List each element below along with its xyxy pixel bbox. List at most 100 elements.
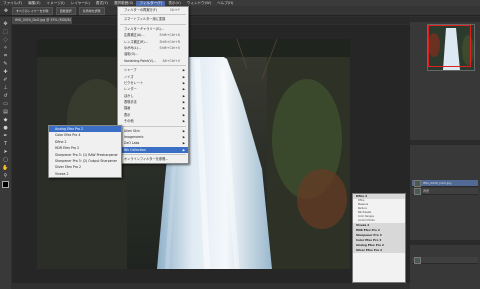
menu-item[interactable]: 書式(Y) <box>93 1 111 6</box>
menu-item-label: DxO Labs <box>124 141 140 146</box>
layer-row[interactable]: 背景 <box>412 187 478 195</box>
menu-item[interactable]: レイヤー(L) <box>68 1 93 6</box>
menu-item-label: Viveza 2 <box>55 171 69 176</box>
move-icon[interactable]: ✥ <box>2 20 9 27</box>
menu-item[interactable]: Vanishing Point(V)... Alt+Ctrl+V <box>118 58 188 64</box>
menu-item-label: Analog Efex Pro 2 <box>55 127 84 131</box>
menu-separator <box>120 14 186 16</box>
menu-item-label: 描画 <box>124 106 131 111</box>
menu-item[interactable]: 選択範囲(S) <box>111 1 136 6</box>
magic-wand-icon[interactable]: ✧ <box>2 44 9 51</box>
menu-item-label: Sharpener Pro 3: (1) RAW Presharpener <box>55 152 118 157</box>
menu-item-label: Nik Collection <box>124 147 146 152</box>
menu-separator <box>120 23 186 25</box>
menu-item-label: Alien Skin <box>124 128 140 133</box>
layer-name: IMG_0050_DxO.jpg <box>423 181 452 185</box>
status-bar <box>12 283 410 289</box>
layer-name: 背景 <box>423 189 430 193</box>
menu-item-label: Imagenomic <box>124 135 144 140</box>
menu-item[interactable]: オンラインフィルターを参照... <box>118 156 188 162</box>
crop-icon[interactable]: ⌗ <box>2 52 9 59</box>
menu-item[interactable]: Nik Collection ▶ <box>118 146 188 154</box>
lasso-icon[interactable]: ◌ <box>2 36 9 43</box>
menu-item-label: ゆがみ(L)... <box>124 45 141 50</box>
menu-item[interactable]: Viveza 2 <box>49 171 121 177</box>
layer-thumbnail <box>414 179 421 187</box>
menu-item-label: ぼかし <box>124 93 134 98</box>
menu-item-label: ピクセレート <box>124 80 144 85</box>
menu-item-label: フィルターギャラリー(G)... <box>124 26 164 31</box>
menu-item-label: その他 <box>124 119 134 124</box>
history-brush-icon[interactable]: ↺ <box>2 92 9 99</box>
menu-item[interactable]: 表示(V) <box>165 1 183 6</box>
marquee-icon[interactable]: ⬚ <box>2 28 9 35</box>
menu-item-label: 広角補正(A)... <box>124 33 145 38</box>
menu-item[interactable]: 編集(E) <box>25 1 43 6</box>
nik-collection-submenu: Analog Efex Pro 2 Color Efex Pro 4 Dfine 2… <box>48 125 122 179</box>
blur-icon[interactable]: ◆ <box>2 116 9 123</box>
menu-item[interactable]: ヘルプ(H) <box>214 1 236 6</box>
menu-item-label: 表現手法 <box>124 100 137 105</box>
foreground-color-swatch[interactable] <box>2 181 9 188</box>
channel-row[interactable] <box>412 256 478 264</box>
shape-icon[interactable]: ▢ <box>2 156 9 163</box>
nik-section-header[interactable]: Silver Efex Pro 2 <box>353 248 405 253</box>
menu-item[interactable]: フィルター(T) <box>136 0 166 6</box>
menu-item-label: スマートフィルター用に変換 <box>124 17 166 22</box>
menu-item-label: レンダー <box>124 87 137 92</box>
eraser-icon[interactable]: ▭ <box>2 100 9 107</box>
dodge-icon[interactable]: ● <box>2 124 9 131</box>
menu-separator <box>120 65 186 67</box>
menu-item[interactable]: スマートフィルター用に変換 <box>118 16 188 22</box>
submenu-arrow-icon: ▶ <box>182 119 185 124</box>
layer-thumbnail <box>414 187 421 195</box>
menu-item[interactable]: ファイル(F) <box>0 1 25 6</box>
menu-shortcut: Ctrl+F <box>169 8 180 12</box>
zoom-icon[interactable]: ⚲ <box>2 172 9 179</box>
options-bar: ✥ すべてのレイヤーを対象 自動選択 境界線を調整 <box>0 6 480 16</box>
gradient-icon[interactable]: ▤ <box>2 108 9 115</box>
option-auto-select[interactable]: すべてのレイヤーを対象 <box>12 6 53 15</box>
layers-panel-header <box>410 140 480 145</box>
menu-item-label: Vanishing Point(V)... <box>124 58 157 63</box>
menu-item-label: Sharpener Pro 3: (2) Output Sharpener <box>55 158 117 163</box>
menu-item[interactable]: イメージ(I) <box>44 1 68 6</box>
menu-separator <box>120 125 186 127</box>
navigator-panel-header <box>410 17 480 22</box>
stamp-icon[interactable]: ⊥ <box>2 84 9 91</box>
eyedropper-icon[interactable]: ✎ <box>2 60 9 67</box>
menu-item-label: Silver Efex Pro 2 <box>55 165 82 170</box>
menu-item-label: シャープ <box>124 68 137 73</box>
menu-item-label: Color Efex Pro 4 <box>55 133 81 138</box>
channel-thumbnail <box>414 256 421 264</box>
filter-menu: フィルターの再実行(F) Ctrl+F スマートフィルター用に変換 フィルターギャラリ… <box>117 6 189 164</box>
menu-item-label: Dfine 2 <box>55 139 67 144</box>
menu-separator <box>120 154 186 156</box>
menu-item-label: 油彩(O)... <box>124 52 139 57</box>
layer-row[interactable]: IMG_0050_DxO.jpg <box>412 179 478 187</box>
menu-item-label: 表示 <box>124 112 131 117</box>
option-transform[interactable]: 自動選択 <box>55 6 76 15</box>
menu-item-label: オンラインフィルターを参照... <box>124 157 169 162</box>
pen-icon[interactable]: ✒ <box>2 132 9 139</box>
move-tool-icon[interactable]: ✥ <box>3 8 9 14</box>
document-tab[interactable]: IMG_0050_DxO.jpg @ 33% (RGB/8) <box>12 17 72 24</box>
menu-item[interactable]: その他 ▶ <box>118 118 188 124</box>
menu-item-label: フィルターの再実行(F) <box>124 8 157 12</box>
navigator-view-box[interactable] <box>428 25 471 67</box>
healing-icon[interactable]: ✚ <box>2 68 9 75</box>
menu-shortcut: Alt+Ctrl+V <box>162 58 180 63</box>
hand-icon[interactable]: ✋ <box>2 164 9 171</box>
nik-selective-tool-panel: Dfine 2 Dfine Measure Reduce Nik Presets Colo… <box>352 193 406 283</box>
menu-item[interactable]: フィルターの再実行(F) Ctrl+F <box>118 7 188 13</box>
menu-item[interactable]: ウィンドウ(W) <box>184 1 214 6</box>
brush-icon[interactable]: ✐ <box>2 76 9 83</box>
option-refine[interactable]: 境界線を調整 <box>78 6 105 15</box>
submenu-arrow-icon: ▶ <box>182 147 185 152</box>
menu-item-label: HDR Efex Pro 2 <box>55 146 80 151</box>
type-icon[interactable]: T <box>2 140 9 147</box>
channels-panel-header <box>410 240 480 245</box>
menu-item-label: ノイズ <box>124 74 134 79</box>
menu-item-label: レンズ補正(R)... <box>124 39 148 44</box>
path-select-icon[interactable]: ➤ <box>2 148 9 155</box>
